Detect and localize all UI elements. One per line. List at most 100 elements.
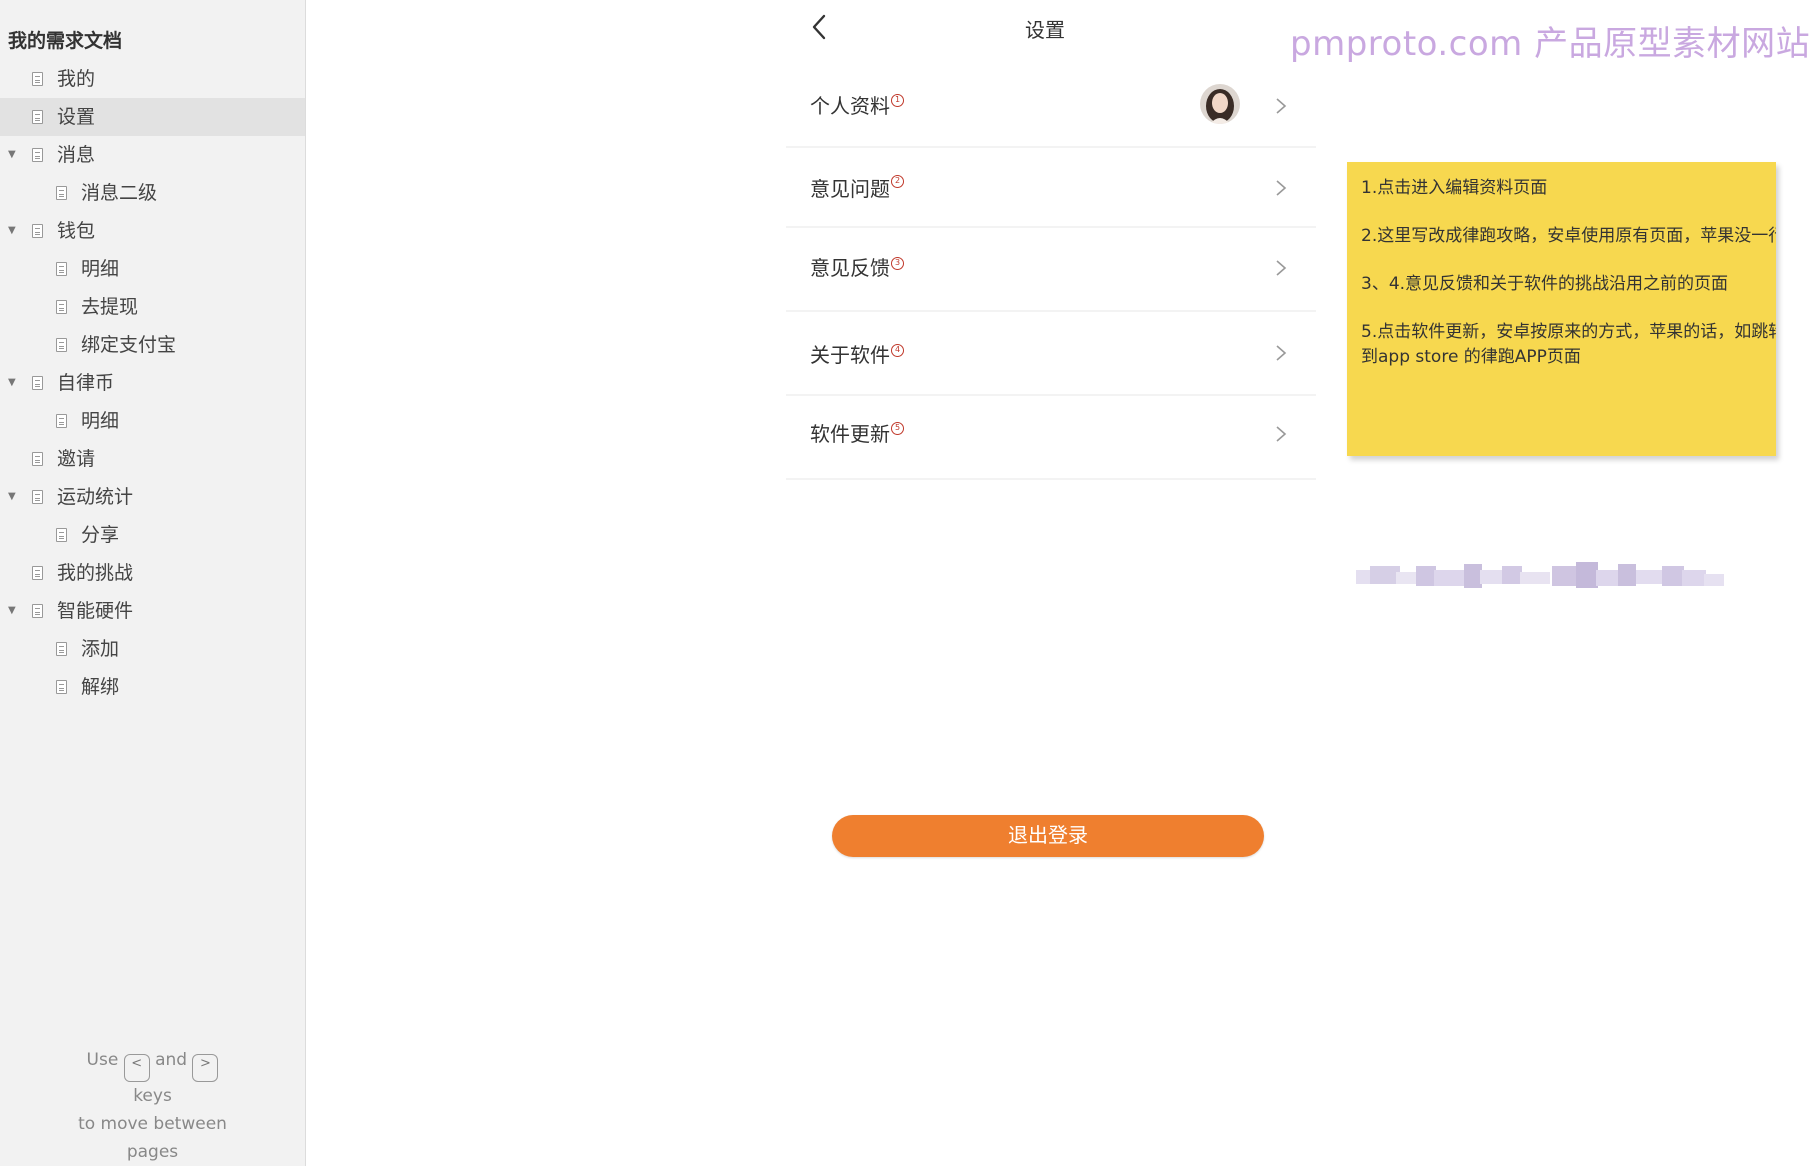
sidebar-item-label: 去提现 [81, 296, 139, 318]
row-label: 意见问题 [810, 177, 890, 201]
keyboard-nav-hint: Use < and > keys to move between pages [0, 1046, 305, 1166]
sidebar-item[interactable]: ▼ 智能硬件 [0, 592, 305, 630]
sidebar-item[interactable]: 去提现 [0, 288, 305, 326]
page-tree-sidebar: 我的需求文档 我的 设置 ▼ 消息 消息二级 ▼ 钱包 明细 去提现 绑定支付宝 ▼ 自律币 明细 邀请 ▼… [0, 0, 306, 1166]
sidebar-item-label: 设置 [57, 106, 96, 128]
sidebar-item[interactable]: 消息二级 [0, 174, 305, 212]
page-icon [56, 528, 67, 542]
sidebar-item-label: 绑定支付宝 [81, 334, 177, 356]
sidebar-item-label: 智能硬件 [57, 600, 134, 622]
chevron-right-icon [1276, 180, 1287, 196]
sidebar-item[interactable]: 我的挑战 [0, 554, 305, 592]
logout-button[interactable]: 退出登录 [832, 815, 1264, 857]
settings-row-issues[interactable]: 意见问题 2 [786, 148, 1316, 228]
row-label: 关于软件 [810, 343, 890, 367]
page-icon [56, 338, 67, 352]
sidebar-title: 我的需求文档 [8, 30, 123, 52]
sidebar-item-label: 我的挑战 [57, 562, 134, 584]
hint-use-text: Use [86, 1050, 119, 1070]
page-icon [32, 490, 43, 504]
row-label: 意见反馈 [810, 256, 890, 280]
sidebar-item-label: 我的 [57, 68, 96, 90]
page-icon [32, 604, 43, 618]
sidebar-item[interactable]: ▼ 运动统计 [0, 478, 305, 516]
sidebar-item[interactable]: 我的 [0, 60, 305, 98]
settings-row-feedback[interactable]: 意见反馈 3 [786, 228, 1316, 312]
right-key-icon: > [192, 1054, 219, 1082]
expand-arrow-icon[interactable]: ▼ [8, 364, 16, 402]
hint-keys-text: keys [133, 1086, 172, 1106]
page-icon [56, 262, 67, 276]
sidebar-item[interactable]: ▼ 钱包 [0, 212, 305, 250]
back-button[interactable] [808, 12, 832, 42]
page-icon [32, 148, 43, 162]
sidebar-item-label: 运动统计 [57, 486, 134, 508]
sidebar-item-label: 消息 [57, 144, 96, 166]
sidebar-item-label: 自律币 [57, 372, 115, 394]
sidebar-item-label: 明细 [81, 410, 120, 432]
sidebar-item-label: 分享 [81, 524, 120, 546]
annotation-badge-1: 1 [891, 94, 904, 107]
sidebar-item-label: 添加 [81, 638, 120, 660]
chevron-right-icon [1276, 260, 1287, 276]
sidebar-item[interactable]: 明细 [0, 250, 305, 288]
annotation-badge-2: 2 [891, 175, 904, 188]
sidebar-item[interactable]: 明细 [0, 402, 305, 440]
annotation-badge-5: 5 [891, 422, 904, 435]
expand-arrow-icon[interactable]: ▼ [8, 136, 16, 174]
page-icon [32, 566, 43, 580]
chevron-left-icon [812, 14, 826, 40]
sidebar-item[interactable]: ▼ 自律币 [0, 364, 305, 402]
sidebar-item-label: 解绑 [81, 676, 120, 698]
annotation-sticky-note: 1.点击进入编辑资料页面 2.这里写改成律跑攻略，安卓使用原有页面，苹果没一行 … [1347, 162, 1776, 456]
row-label: 个人资料 [810, 94, 890, 118]
sticky-note-line: 3、4.意见反馈和关于软件的挑战沿用之前的页面 [1361, 274, 1729, 294]
hint-move-text: to move between [78, 1114, 227, 1134]
sidebar-item-label: 钱包 [57, 220, 96, 242]
sidebar-item[interactable]: 设置 [0, 98, 305, 136]
page-icon [56, 300, 67, 314]
page-icon [56, 414, 67, 428]
left-key-icon: < [123, 1054, 150, 1082]
hint-and-text: and [155, 1050, 188, 1070]
sticky-note-line: 5.点击软件更新，安卓按原来的方式，苹果的话，如跳转到app store 的律跑… [1361, 322, 1776, 367]
sidebar-item[interactable]: ▼ 消息 [0, 136, 305, 174]
settings-row-about[interactable]: 关于软件 4 [786, 312, 1316, 396]
sidebar-item[interactable]: 添加 [0, 630, 305, 668]
avatar [1200, 84, 1240, 124]
settings-row-update[interactable]: 软件更新 5 [786, 396, 1316, 480]
annotation-badge-4: 4 [891, 344, 904, 357]
expand-arrow-icon[interactable]: ▼ [8, 212, 16, 250]
sidebar-item-label: 邀请 [57, 448, 96, 470]
chevron-right-icon [1276, 345, 1287, 361]
sidebar-item[interactable]: 分享 [0, 516, 305, 554]
hint-pages-text: pages [126, 1142, 179, 1162]
page-icon [56, 680, 67, 694]
sticky-note-line: 2.这里写改成律跑攻略，安卓使用原有页面，苹果没一行 [1361, 226, 1776, 246]
page-icon [32, 224, 43, 238]
sidebar-item-label: 消息二级 [81, 182, 158, 204]
avatar-image [1200, 84, 1240, 124]
settings-row-profile[interactable]: 个人资料 1 [786, 60, 1316, 148]
page-icon [56, 186, 67, 200]
sticky-note-line: 1.点击进入编辑资料页面 [1361, 178, 1548, 198]
page-title: 设置 [1025, 18, 1065, 42]
page-tree: 我的 设置 ▼ 消息 消息二级 ▼ 钱包 明细 去提现 绑定支付宝 ▼ 自律币 明细 邀请 ▼ 运动统计 分享我… [0, 60, 305, 706]
chevron-right-icon [1276, 426, 1287, 442]
sidebar-item-label: 明细 [81, 258, 120, 280]
expand-arrow-icon[interactable]: ▼ [8, 478, 16, 516]
expand-arrow-icon[interactable]: ▼ [8, 592, 16, 630]
sidebar-item[interactable]: 解绑 [0, 668, 305, 706]
row-label: 软件更新 [810, 422, 890, 446]
page-icon [32, 452, 43, 466]
page-icon [32, 110, 43, 124]
page-icon [32, 72, 43, 86]
sidebar-item[interactable]: 邀请 [0, 440, 305, 478]
page-icon [32, 376, 43, 390]
sidebar-item[interactable]: 绑定支付宝 [0, 326, 305, 364]
pixelated-obscured-text [1356, 562, 1724, 588]
chevron-right-icon [1276, 98, 1287, 114]
site-watermark: pmproto.com 产品原型素材网站 [1290, 24, 1811, 64]
page-icon [56, 642, 67, 656]
settings-list: 个人资料 1 意见问题 2 意见反馈 3 关于软件 4 软件更新 5 [786, 60, 1316, 480]
